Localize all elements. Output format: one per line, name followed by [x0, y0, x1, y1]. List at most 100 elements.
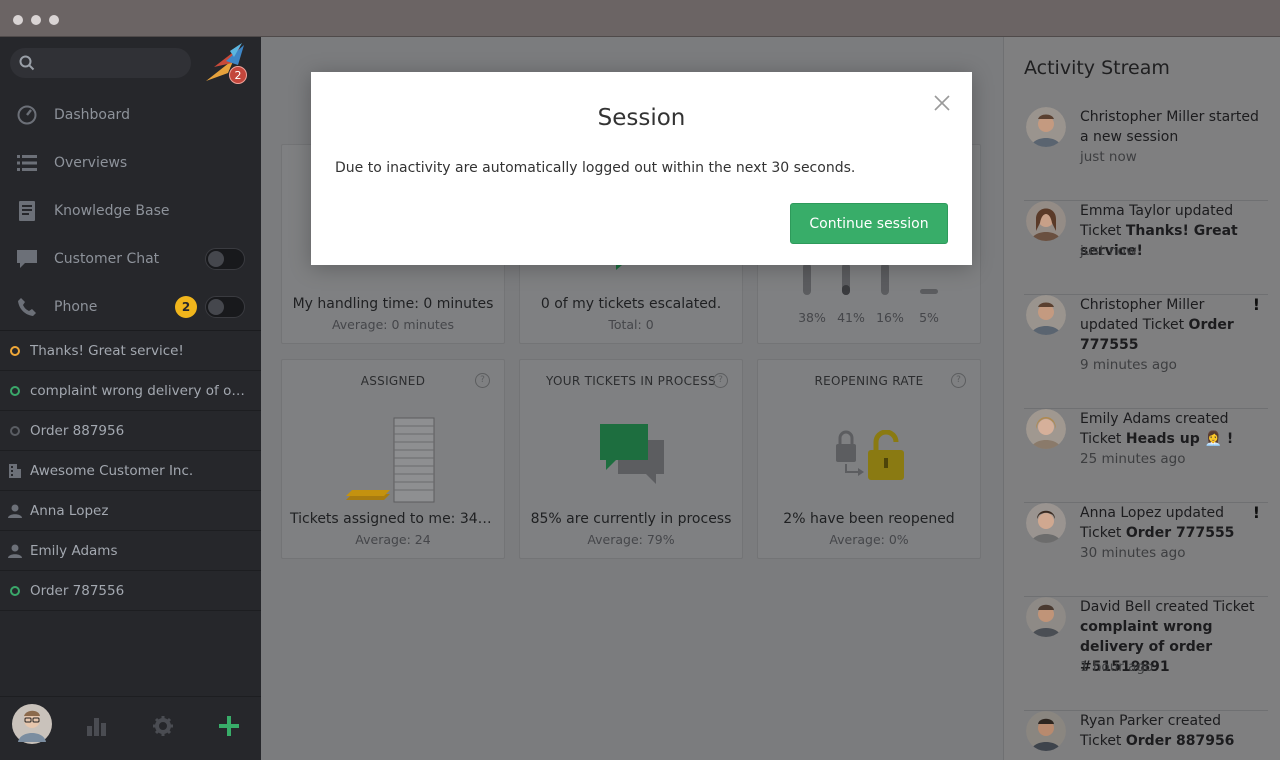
- activity-text: Emily Adams created Ticket Heads up 👩‍💼 …: [1080, 411, 1234, 447]
- escalation-total: Total: 0: [608, 317, 654, 332]
- user-avatar[interactable]: [12, 704, 52, 744]
- task-item[interactable]: Order 787556: [0, 571, 261, 611]
- task-item[interactable]: complaint wrong delivery of order #51519…: [0, 371, 261, 411]
- activity-item[interactable]: Christopher Miller started a new session…: [1024, 107, 1268, 201]
- modal-title: Session: [597, 105, 686, 131]
- avatar[interactable]: [1026, 201, 1066, 241]
- flag-icon: !: [1252, 295, 1260, 314]
- in-process-tile: YOUR TICKETS IN PROCESS ? 85% are curren…: [519, 359, 743, 559]
- building-icon: [9, 463, 21, 478]
- lock-icon: [836, 430, 904, 480]
- activity-item[interactable]: Anna Lopez updated Ticket Order 777555 !…: [1024, 503, 1268, 597]
- phone-icon: [18, 298, 36, 316]
- ring-icon: [10, 345, 20, 356]
- task-label: Emily Adams: [30, 542, 118, 559]
- reopening-average: Average: 0%: [829, 532, 909, 547]
- sidebar: 2 Dashboard Overviews Knowledge Base Cus…: [0, 37, 261, 760]
- ring-icon: [10, 585, 20, 596]
- assigned-tile: ASSIGNED ? Tickets assigned to me: 34 of…: [281, 359, 505, 559]
- task-label: Order 787556: [30, 582, 125, 599]
- activity-time: 30 minutes ago: [1080, 545, 1186, 561]
- close-icon[interactable]: [931, 92, 953, 114]
- gear-icon[interactable]: [153, 716, 173, 736]
- window-close-control[interactable]: [13, 15, 23, 25]
- channel-bars: [803, 263, 938, 295]
- task-item[interactable]: Awesome Customer Inc.: [0, 451, 261, 491]
- in-process-text: 85% are currently in process: [530, 511, 732, 527]
- ring-icon: [10, 385, 20, 396]
- phone-count-badge: 2: [175, 296, 197, 318]
- book-icon: [19, 201, 35, 221]
- avatar[interactable]: [1026, 711, 1066, 751]
- dashboard-icon: [17, 105, 37, 125]
- person-icon: [8, 504, 22, 518]
- window-titlebar: [0, 0, 1280, 37]
- handling-time-average: Average: 0 minutes: [331, 317, 455, 332]
- activity-item[interactable]: Ryan Parker created Ticket Order 887956: [1024, 711, 1268, 760]
- nav-label: Knowledge Base: [54, 203, 170, 219]
- nav-label: Overviews: [54, 155, 128, 171]
- nav-item-customer-chat[interactable]: Customer Chat: [0, 235, 261, 283]
- activity-text: Christopher Miller started a new session: [1080, 109, 1259, 145]
- help-icon[interactable]: ?: [951, 373, 966, 388]
- avatar[interactable]: [1026, 409, 1066, 449]
- nav-item-knowledge-base[interactable]: Knowledge Base: [0, 187, 261, 235]
- activity-stream-title: Activity Stream: [1024, 57, 1170, 79]
- nav-label: Dashboard: [54, 107, 130, 123]
- reports-icon[interactable]: [87, 716, 107, 736]
- handling-time-text: My handling time: 0 minutes: [292, 296, 494, 312]
- activity-time: 9 minutes ago: [1080, 357, 1177, 373]
- reopening-rate-tile: REOPENING RATE ? 2% have been reopened A…: [757, 359, 981, 559]
- help-icon[interactable]: ?: [713, 373, 728, 388]
- nav-item-phone[interactable]: Phone 2: [0, 283, 261, 331]
- chat-bubbles-icon: [600, 424, 664, 484]
- in-process-average: Average: 79%: [587, 532, 675, 547]
- task-item[interactable]: Thanks! Great service!: [0, 331, 261, 371]
- activity-stream: Activity Stream Christopher Miller start…: [1003, 37, 1280, 760]
- channel-percent: 5%: [919, 310, 939, 325]
- phone-toggle[interactable]: [205, 296, 245, 318]
- activity-time: 25 minutes ago: [1080, 451, 1186, 467]
- tile-title: YOUR TICKETS IN PROCESS: [546, 374, 716, 388]
- activity-time: 1 hour ago: [1080, 659, 1154, 675]
- reopening-text: 2% have been reopened: [783, 511, 955, 527]
- avatar[interactable]: [1026, 107, 1066, 147]
- nav-item-overviews[interactable]: Overviews: [0, 139, 261, 187]
- customer-chat-toggle[interactable]: [205, 248, 245, 270]
- window-minimize-control[interactable]: [31, 15, 41, 25]
- avatar[interactable]: [1026, 503, 1066, 543]
- search-input[interactable]: [10, 48, 191, 78]
- tile-title: REOPENING RATE: [814, 374, 924, 388]
- avatar[interactable]: [1026, 597, 1066, 637]
- help-icon[interactable]: ?: [475, 373, 490, 388]
- flag-icon: !: [1252, 503, 1260, 522]
- task-label: complaint wrong delivery of order #51519…: [30, 382, 261, 399]
- task-label: Order 887956: [30, 422, 125, 439]
- activity-item[interactable]: Christopher Miller updated Ticket Order …: [1024, 295, 1268, 409]
- chat-bubble-icon: [17, 250, 37, 268]
- activity-text: Christopher Miller updated Ticket Order …: [1080, 297, 1234, 353]
- modal-message: Due to inactivity are automatically logg…: [335, 160, 856, 176]
- window-maximize-control[interactable]: [49, 15, 59, 25]
- task-item[interactable]: Emily Adams: [0, 531, 261, 571]
- search-icon: [19, 55, 35, 71]
- plus-icon[interactable]: [219, 716, 239, 736]
- activity-time: just now: [1080, 243, 1137, 259]
- activity-item[interactable]: David Bell created Ticket complaint wron…: [1024, 597, 1268, 711]
- task-item[interactable]: Anna Lopez: [0, 491, 261, 531]
- activity-text: Ryan Parker created Ticket Order 887956: [1080, 713, 1235, 749]
- list-icon: [17, 155, 37, 171]
- escalation-text: 0 of my tickets escalated.: [540, 296, 722, 312]
- person-icon: [8, 544, 22, 558]
- avatar[interactable]: [1026, 295, 1066, 335]
- continue-session-button[interactable]: Continue session: [790, 203, 948, 244]
- task-label: Anna Lopez: [30, 502, 109, 519]
- activity-item[interactable]: Emily Adams created Ticket Heads up 👩‍💼 …: [1024, 409, 1268, 503]
- task-item[interactable]: Order 887956: [0, 411, 261, 451]
- task-label: Thanks! Great service!: [30, 342, 184, 359]
- tile-title: ASSIGNED: [360, 374, 426, 388]
- notification-count-badge[interactable]: 2: [229, 66, 247, 84]
- assigned-average: Average: 24: [355, 532, 431, 547]
- nav-item-dashboard[interactable]: Dashboard: [0, 91, 261, 139]
- activity-item[interactable]: Emma Taylor updated Ticket Thanks! Great…: [1024, 201, 1268, 295]
